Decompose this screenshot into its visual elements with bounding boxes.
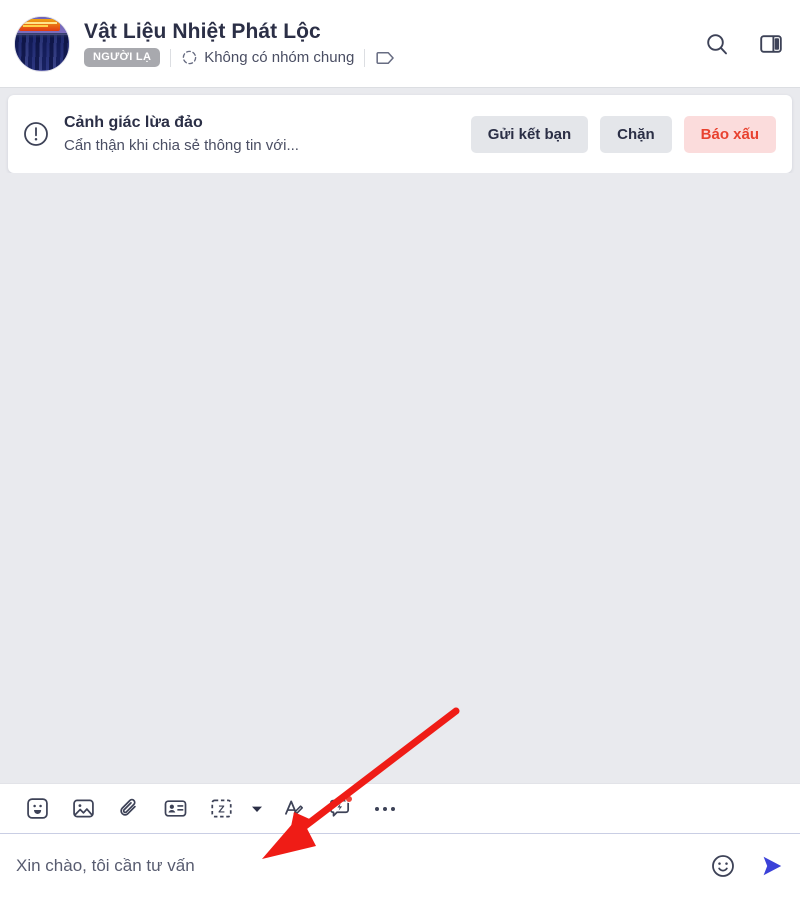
chevron-down-icon[interactable] [244, 788, 270, 830]
notification-dot [345, 794, 353, 803]
input-actions [710, 852, 786, 880]
side-panel-toggle-icon[interactable] [758, 31, 784, 57]
message-list [0, 173, 800, 783]
quick-message-icon[interactable] [316, 788, 362, 830]
image-icon[interactable] [60, 788, 106, 830]
dashed-circle-group-icon [181, 49, 198, 66]
scam-warning-banner: Cảnh giác lừa đảo Cẩn thận khi chia sẻ t… [8, 95, 792, 173]
paperclip-icon[interactable] [106, 788, 152, 830]
composer-toolbar: Z [0, 783, 800, 833]
format-text-icon[interactable] [270, 788, 316, 830]
header-actions [704, 31, 784, 57]
divider [364, 48, 366, 67]
status-badge: NGƯỜI LẠ [84, 48, 161, 67]
avatar-photo-shade [15, 32, 69, 39]
header-subtitle-row: NGƯỜI LẠ Không có nhóm chung [84, 48, 397, 67]
header-text-block: Vật Liệu Nhiệt Phát Lộc NGƯỜI LẠ Không c… [84, 20, 397, 67]
emoji-smiley-icon[interactable] [710, 853, 736, 879]
avatar-photo-crowd [15, 34, 69, 71]
sticker-icon[interactable] [14, 788, 60, 830]
scam-warning-title: Cảnh giác lừa đảo [64, 114, 203, 131]
send-arrow-icon[interactable] [758, 852, 786, 880]
message-input-field[interactable] [16, 855, 696, 876]
common-group-label: Không có nhóm chung [204, 49, 355, 66]
svg-text:Z: Z [218, 804, 225, 816]
report-button[interactable]: Báo xấu [683, 115, 776, 153]
screen-capture-z-icon[interactable]: Z [198, 788, 244, 830]
search-icon[interactable] [704, 31, 730, 57]
tag-icon[interactable] [375, 49, 397, 67]
divider [170, 48, 172, 67]
block-button[interactable]: Chặn [600, 115, 672, 153]
scam-warning-actions: Gửi kết bạn Chặn Báo xấu [457, 115, 776, 153]
scam-warning-wrapper: Cảnh giác lừa đảo Cẩn thận khi chia sẻ t… [0, 88, 800, 173]
composer: Z [0, 783, 800, 897]
chat-header: Vật Liệu Nhiệt Phát Lộc NGƯỜI LẠ Không c… [0, 0, 800, 88]
avatar[interactable] [14, 15, 70, 72]
scam-warning-text: Cảnh giác lừa đảo Cẩn thận khi chia sẻ t… [64, 114, 299, 154]
add-friend-button[interactable]: Gửi kết bạn [470, 115, 589, 153]
message-input-row [0, 833, 800, 897]
chat-window: Vật Liệu Nhiệt Phát Lộc NGƯỜI LẠ Không c… [0, 0, 800, 897]
page-title: Vật Liệu Nhiệt Phát Lộc [84, 20, 321, 43]
more-options-icon[interactable] [362, 788, 408, 830]
common-group-info[interactable]: Không có nhóm chung [181, 49, 354, 66]
scam-warning-description: Cẩn thận khi chia sẻ thông tin với... [64, 137, 299, 154]
contact-card-icon[interactable] [152, 788, 198, 830]
alert-circle-icon [22, 120, 50, 148]
avatar-photo-banner [19, 18, 61, 31]
